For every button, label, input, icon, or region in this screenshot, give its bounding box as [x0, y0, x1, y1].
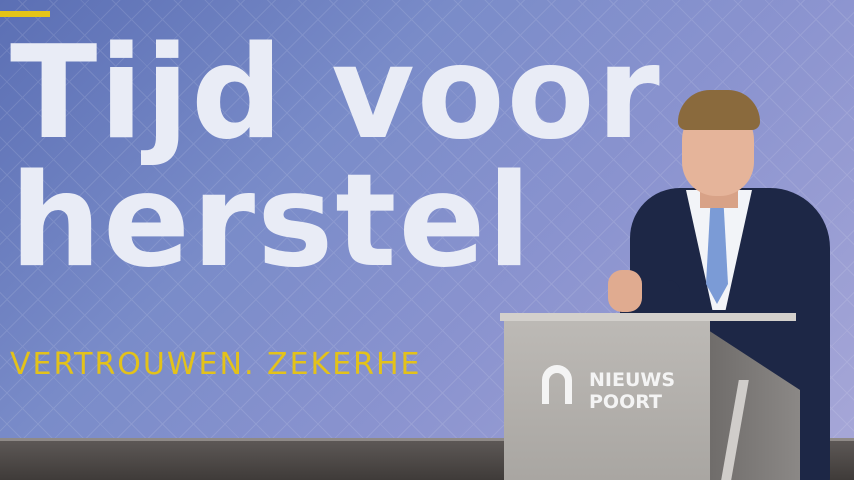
accent-bar [0, 11, 50, 17]
headline-line-2: herstel [10, 147, 534, 296]
lectern-logo: NIEUWS POORT [589, 369, 675, 413]
logo-line-1: NIEUWS [589, 369, 676, 391]
backdrop-tagline: VERTROUWEN. ZEKERHE [10, 347, 422, 382]
arch-icon [542, 365, 572, 404]
backdrop-headline: Tijd voor herstel [10, 30, 662, 286]
photo-scene: Tijd voor herstel VERTROUWEN. ZEKERHE EF… [0, 0, 854, 480]
logo-line-2: POORT [589, 391, 662, 413]
lectern-top [500, 313, 796, 321]
headline-line-1: Tijd voor [10, 19, 662, 168]
hair [678, 90, 760, 130]
raised-hand [608, 270, 642, 312]
